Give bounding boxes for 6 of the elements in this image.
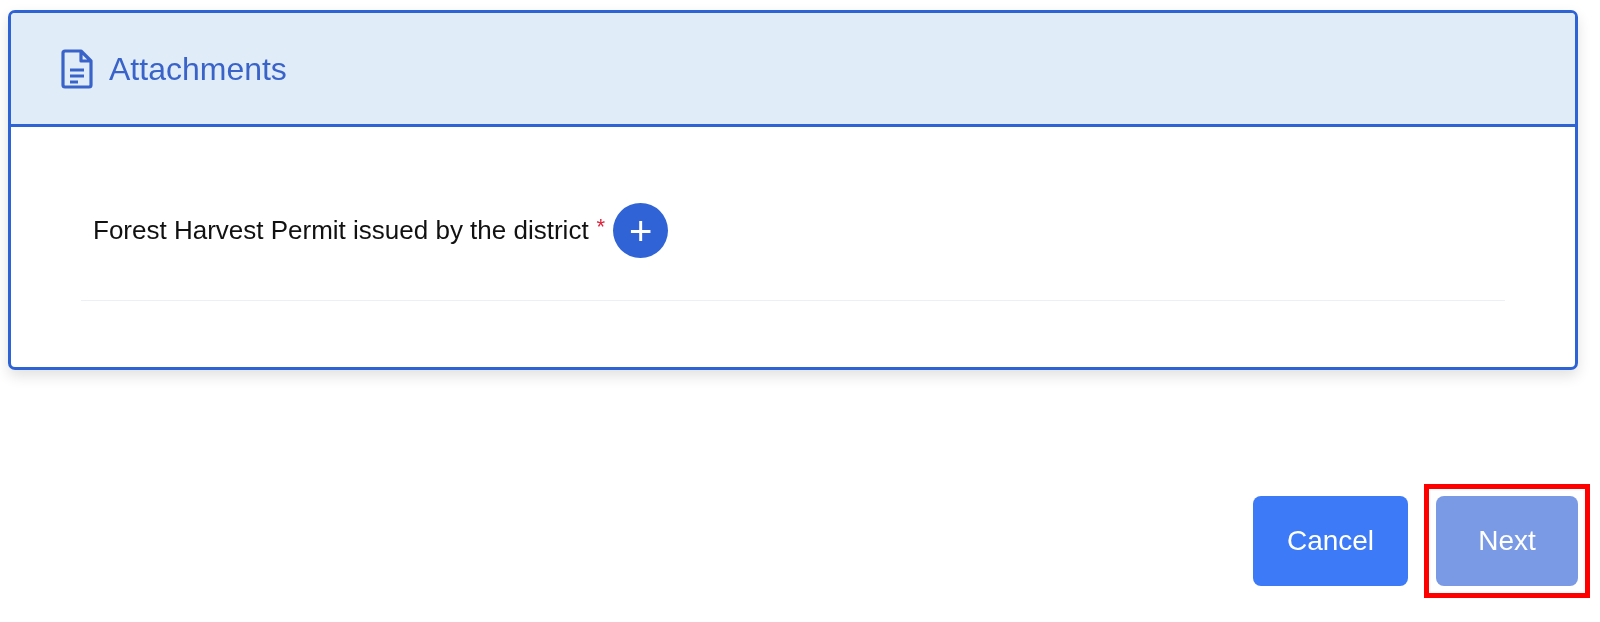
field-label: Forest Harvest Permit issued by the district — [93, 214, 589, 247]
required-mark: * — [596, 213, 606, 241]
cancel-button[interactable]: Cancel — [1253, 496, 1408, 586]
card-title: Attachments — [109, 49, 287, 89]
add-button[interactable]: + — [613, 203, 669, 258]
document-icon — [61, 48, 93, 89]
